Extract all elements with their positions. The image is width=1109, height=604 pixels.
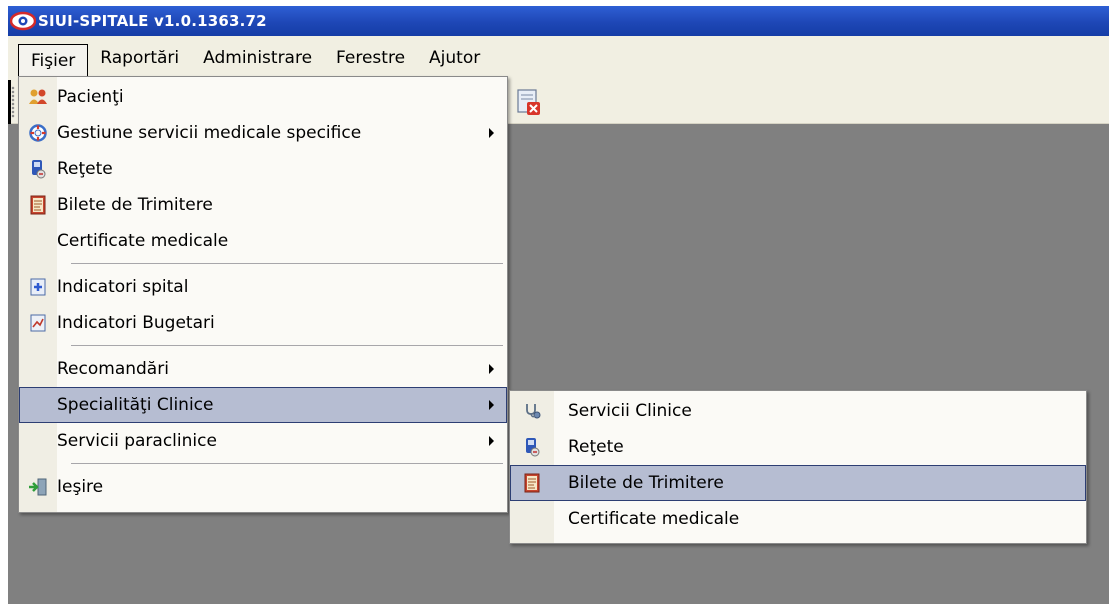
menu-fisier[interactable]: Fişier: [18, 44, 89, 76]
submenu-item-bilete-trimitere[interactable]: Bilete de Trimitere: [510, 465, 1086, 501]
menu-separator: #file-menu .sep::after{left:0;}: [71, 259, 507, 269]
close-document-button[interactable]: [512, 86, 544, 118]
menu-raportari[interactable]: Raportări: [88, 43, 191, 73]
menu-item-gestiune-servicii[interactable]: Gestiune servicii medicale specifice: [19, 115, 507, 151]
menu-item-recomandari[interactable]: Recomandări: [19, 351, 507, 387]
menu-item-label: Servicii paraclinice: [57, 431, 217, 451]
submenu-item-retete[interactable]: Reţete: [510, 429, 1086, 465]
menu-item-label: Reţete: [57, 159, 113, 179]
menu-item-label: Specialităţi Clinice: [57, 395, 214, 415]
menu-separator: [71, 341, 507, 351]
menu-item-label: Servicii Clinice: [568, 401, 692, 421]
lifebuoy-icon: [19, 124, 57, 142]
menu-item-label: Reţete: [568, 437, 624, 457]
prescription-icon: [19, 159, 57, 179]
menu-item-certificate-medicale[interactable]: Certificate medicale: [19, 223, 507, 259]
menu-item-iesire[interactable]: Ieşire: [19, 469, 507, 505]
menu-item-label: Certificate medicale: [568, 509, 740, 529]
menu-bar: Fişier Raportări Administrare Ferestre A…: [8, 36, 1109, 80]
toolbar-grip-handle[interactable]: [11, 86, 15, 118]
app-logo-icon: [10, 8, 36, 34]
menu-item-indicatori-bugetari[interactable]: Indicatori Bugetari: [19, 305, 507, 341]
menu-item-bilete-trimitere[interactable]: Bilete de Trimitere: [19, 187, 507, 223]
menu-item-indicatori-spital[interactable]: Indicatori spital: [19, 269, 507, 305]
specialitati-clinice-submenu: Servicii Clinice Reţete Bilete de Trimit…: [509, 390, 1087, 544]
referral-document-icon: [510, 473, 554, 493]
menu-item-label: Gestiune servicii medicale specifice: [57, 123, 362, 143]
menu-ferestre[interactable]: Ferestre: [324, 43, 417, 73]
menu-item-label: Bilete de Trimitere: [57, 195, 213, 215]
patients-icon: [19, 88, 57, 106]
prescription-icon: [510, 437, 554, 457]
menu-item-label: Recomandări: [57, 359, 169, 379]
menu-item-specialitati-clinice[interactable]: Specialităţi Clinice: [19, 387, 507, 423]
window-title: SIUI-SPITALE v1.0.1363.72: [38, 12, 267, 30]
submenu-arrow-icon: [477, 400, 507, 410]
submenu-arrow-icon: [477, 128, 507, 138]
submenu-item-servicii-clinice[interactable]: Servicii Clinice: [510, 393, 1086, 429]
submenu-arrow-icon: [477, 364, 507, 374]
menu-item-label: Certificate medicale: [57, 231, 229, 251]
close-document-icon: [517, 89, 540, 115]
menu-item-label: Pacienţi: [57, 87, 124, 107]
submenu-arrow-icon: [477, 436, 507, 446]
menu-item-label: Bilete de Trimitere: [568, 473, 724, 493]
menu-item-label: Ieşire: [57, 477, 104, 497]
menu-administrare[interactable]: Administrare: [191, 43, 324, 73]
hospital-indicator-icon: [19, 278, 57, 296]
menu-item-servicii-paraclinice[interactable]: Servicii paraclinice: [19, 423, 507, 459]
submenu-item-certificate-medicale[interactable]: Certificate medicale: [510, 501, 1086, 537]
menu-separator: [71, 459, 507, 469]
menu-item-label: Indicatori Bugetari: [57, 313, 215, 333]
menu-item-label: Indicatori spital: [57, 277, 189, 297]
budget-chart-icon: [19, 314, 57, 332]
menu-ajutor[interactable]: Ajutor: [417, 43, 492, 73]
stethoscope-icon: [510, 402, 554, 420]
menu-item-retete[interactable]: Reţete: [19, 151, 507, 187]
file-menu-dropdown: Pacienţi Gestiune servicii medicale spec…: [18, 76, 508, 513]
exit-door-icon: [19, 478, 57, 496]
referral-document-icon: [19, 195, 57, 215]
menu-item-pacienti[interactable]: Pacienţi: [19, 79, 507, 115]
title-bar[interactable]: SIUI-SPITALE v1.0.1363.72: [8, 6, 1109, 36]
